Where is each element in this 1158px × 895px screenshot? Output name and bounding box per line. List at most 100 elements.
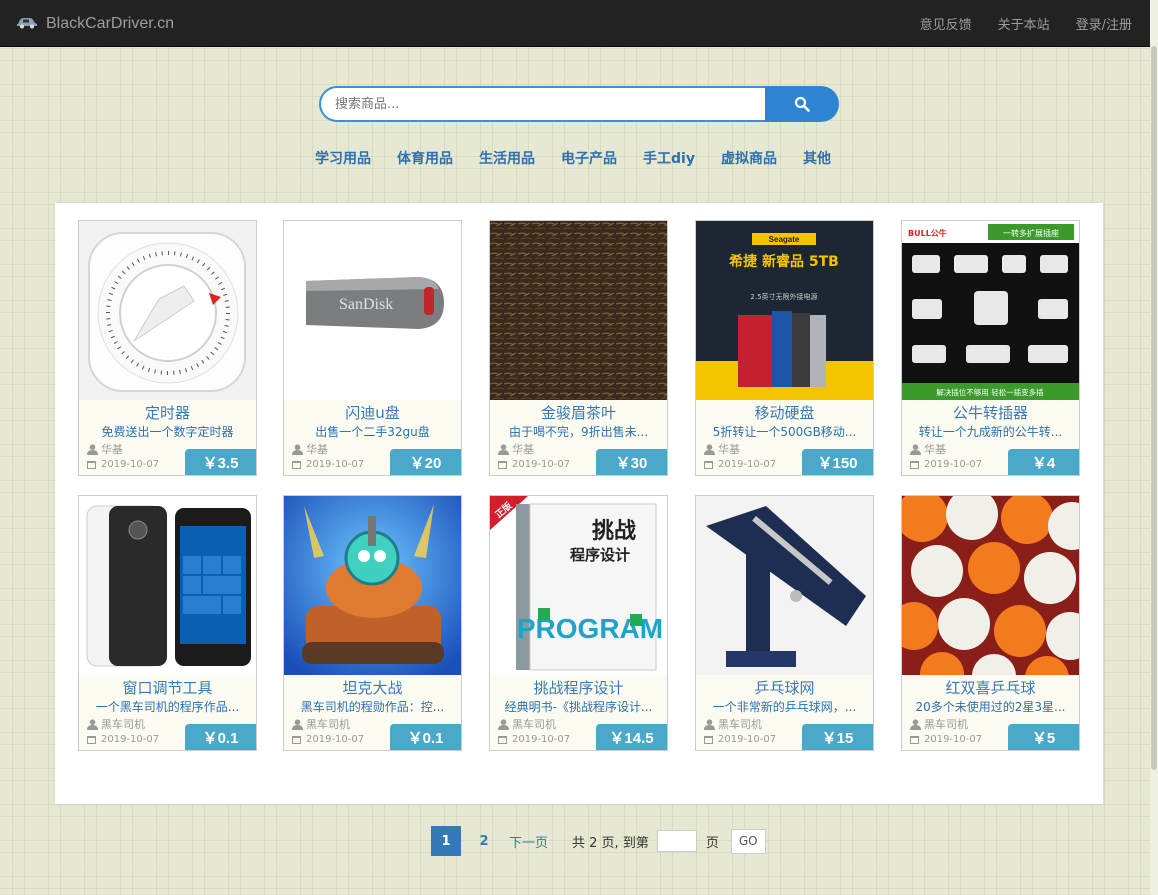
product-desc[interactable]: 转让一个九成新的公牛转... bbox=[904, 423, 1077, 440]
calendar-icon bbox=[87, 461, 96, 469]
product-date: 2019-10-07 bbox=[910, 734, 982, 745]
calendar-icon bbox=[498, 736, 507, 744]
search-icon bbox=[794, 96, 810, 112]
product-desc[interactable]: 黑车司机的程勋作品：控... bbox=[286, 698, 459, 715]
product-image-game[interactable] bbox=[284, 496, 461, 675]
calendar-icon bbox=[498, 461, 507, 469]
product-title[interactable]: 闪迪u盘 bbox=[284, 402, 461, 423]
price-badge: ￥150 bbox=[802, 449, 873, 475]
page-unit-label: 页 bbox=[705, 835, 719, 851]
product-desc[interactable]: 经典明书-《挑战程序设计... bbox=[492, 698, 665, 715]
price-badge: ￥15 bbox=[802, 724, 873, 750]
product-seller: 黑车司机 bbox=[292, 716, 350, 732]
page-scrollbar[interactable] bbox=[1150, 0, 1158, 895]
product-desc[interactable]: 由于喝不完，9折出售未... bbox=[492, 423, 665, 440]
product-image-usb[interactable]: SanDisk bbox=[284, 221, 461, 400]
nav-links: 意见反馈 关于本站 登录/注册 bbox=[920, 0, 1132, 47]
svg-text:Seagate: Seagate bbox=[769, 235, 800, 244]
product-image-balls[interactable] bbox=[902, 496, 1079, 675]
product-seller: 华基 bbox=[292, 441, 328, 457]
product-desc[interactable]: 出售一个二手32gu盘 bbox=[286, 423, 459, 440]
product-desc[interactable]: 一个非常新的乒乓球网，... bbox=[698, 698, 871, 715]
product-card[interactable]: 正版 挑战 程序设计 PROGRAM 挑战程序设计 经典明书-《挑战程序设计..… bbox=[489, 495, 668, 751]
product-seller: 华基 bbox=[498, 441, 534, 457]
page-current[interactable]: 1 bbox=[431, 826, 461, 856]
product-seller: 华基 bbox=[704, 441, 740, 457]
user-icon bbox=[498, 443, 509, 455]
product-card[interactable]: 金骏眉茶叶 由于喝不完，9折出售未... 华基 2019-10-07 ￥30 bbox=[489, 220, 668, 476]
category-electronics[interactable]: 电子产品 bbox=[561, 148, 617, 168]
product-desc[interactable]: 一个黑车司机的程序作品... bbox=[81, 698, 254, 715]
go-button[interactable]: GO bbox=[730, 828, 766, 854]
product-image-tea[interactable] bbox=[490, 221, 667, 400]
user-icon bbox=[704, 443, 715, 455]
user-icon bbox=[910, 718, 921, 730]
nav-link-feedback[interactable]: 意见反馈 bbox=[920, 14, 972, 33]
product-card[interactable]: SanDisk 闪迪u盘 出售一个二手32gu盘 华基 2019-10-07 ￥… bbox=[283, 220, 462, 476]
next-page-link[interactable]: 下一页 bbox=[509, 832, 548, 851]
product-date: 2019-10-07 bbox=[498, 459, 570, 470]
category-daily[interactable]: 生活用品 bbox=[479, 148, 535, 168]
page-total-text: 共 2 页, 到第 bbox=[572, 835, 649, 851]
product-image-phone[interactable] bbox=[79, 496, 256, 675]
price-badge: ￥30 bbox=[596, 449, 667, 475]
product-desc[interactable]: 5折转让一个500GB移动... bbox=[698, 423, 871, 440]
product-image-book[interactable]: 正版 挑战 程序设计 PROGRAM bbox=[490, 496, 667, 675]
category-sports[interactable]: 体育用品 bbox=[397, 148, 453, 168]
brand-link[interactable]: BlackCarDriver.cn bbox=[16, 0, 174, 47]
category-study[interactable]: 学习用品 bbox=[315, 148, 371, 168]
search-input[interactable] bbox=[319, 86, 765, 122]
price-badge: ￥4 bbox=[1008, 449, 1079, 475]
product-seller: 黑车司机 bbox=[910, 716, 968, 732]
user-icon bbox=[704, 718, 715, 730]
product-desc[interactable]: 20多个未使用过的2星3星... bbox=[904, 698, 1077, 715]
calendar-icon bbox=[704, 736, 713, 744]
scrollbar-thumb[interactable] bbox=[1151, 46, 1157, 770]
nav-link-about[interactable]: 关于本站 bbox=[998, 14, 1050, 33]
product-title[interactable]: 坦克大战 bbox=[284, 677, 461, 698]
product-date: 2019-10-07 bbox=[704, 734, 776, 745]
search-button[interactable] bbox=[765, 86, 839, 122]
product-title[interactable]: 挑战程序设计 bbox=[490, 677, 667, 698]
price-badge: ￥5 bbox=[1008, 724, 1079, 750]
product-card[interactable]: BULL公牛 一转多扩展插座 解决插位不够用 轻松一插变多插 公牛转插器 转让一… bbox=[901, 220, 1080, 476]
product-title[interactable]: 乒乓球网 bbox=[696, 677, 873, 698]
product-seller: 黑车司机 bbox=[704, 716, 762, 732]
product-image-net[interactable] bbox=[696, 496, 873, 675]
product-image-timer[interactable] bbox=[79, 221, 256, 400]
calendar-icon bbox=[292, 461, 301, 469]
product-date: 2019-10-07 bbox=[87, 459, 159, 470]
user-icon bbox=[87, 718, 98, 730]
car-logo-icon bbox=[16, 14, 38, 33]
product-date: 2019-10-07 bbox=[498, 734, 570, 745]
product-image-hdd[interactable]: Seagate 希捷 新睿品 5TB 2.5英寸无限外接电源 bbox=[696, 221, 873, 400]
category-other[interactable]: 其他 bbox=[803, 148, 831, 168]
price-badge: ￥0.1 bbox=[390, 724, 461, 750]
product-card[interactable]: 窗口调节工具 一个黑车司机的程序作品... 黑车司机 2019-10-07 ￥0… bbox=[78, 495, 257, 751]
brand-name: BlackCarDriver.cn bbox=[46, 14, 175, 32]
product-card[interactable]: 定时器 免费送出一个数字定时器 华基 2019-10-07 ￥3.5 bbox=[78, 220, 257, 476]
product-title[interactable]: 金骏眉茶叶 bbox=[490, 402, 667, 423]
product-desc[interactable]: 免费送出一个数字定时器 bbox=[81, 423, 254, 440]
user-icon bbox=[498, 718, 509, 730]
product-card[interactable]: Seagate 希捷 新睿品 5TB 2.5英寸无限外接电源 移动硬盘 5折转让… bbox=[695, 220, 874, 476]
product-card[interactable]: 乒乓球网 一个非常新的乒乓球网，... 黑车司机 2019-10-07 ￥15 bbox=[695, 495, 874, 751]
product-date: 2019-10-07 bbox=[292, 734, 364, 745]
page-link-2[interactable]: 2 bbox=[469, 826, 499, 856]
product-card[interactable]: 坦克大战 黑车司机的程勋作品：控... 黑车司机 2019-10-07 ￥0.1 bbox=[283, 495, 462, 751]
product-title[interactable]: 窗口调节工具 bbox=[79, 677, 256, 698]
product-title[interactable]: 公牛转插器 bbox=[902, 402, 1079, 423]
category-diy[interactable]: 手工diy bbox=[643, 148, 695, 168]
calendar-icon bbox=[910, 461, 919, 469]
nav-link-login[interactable]: 登录/注册 bbox=[1076, 14, 1132, 33]
product-title[interactable]: 定时器 bbox=[79, 402, 256, 423]
product-title[interactable]: 移动硬盘 bbox=[696, 402, 873, 423]
product-title[interactable]: 红双喜乒乓球 bbox=[902, 677, 1079, 698]
product-date: 2019-10-07 bbox=[704, 459, 776, 470]
product-image-plug[interactable]: BULL公牛 一转多扩展插座 解决插位不够用 轻松一插变多插 bbox=[902, 221, 1079, 400]
category-virtual[interactable]: 虚拟商品 bbox=[721, 148, 777, 168]
calendar-icon bbox=[87, 736, 96, 744]
page-jump-input[interactable] bbox=[656, 830, 697, 852]
product-card[interactable]: 红双喜乒乓球 20多个未使用过的2星3星... 黑车司机 2019-10-07 … bbox=[901, 495, 1080, 751]
top-navbar: BlackCarDriver.cn 意见反馈 关于本站 登录/注册 bbox=[0, 0, 1158, 47]
